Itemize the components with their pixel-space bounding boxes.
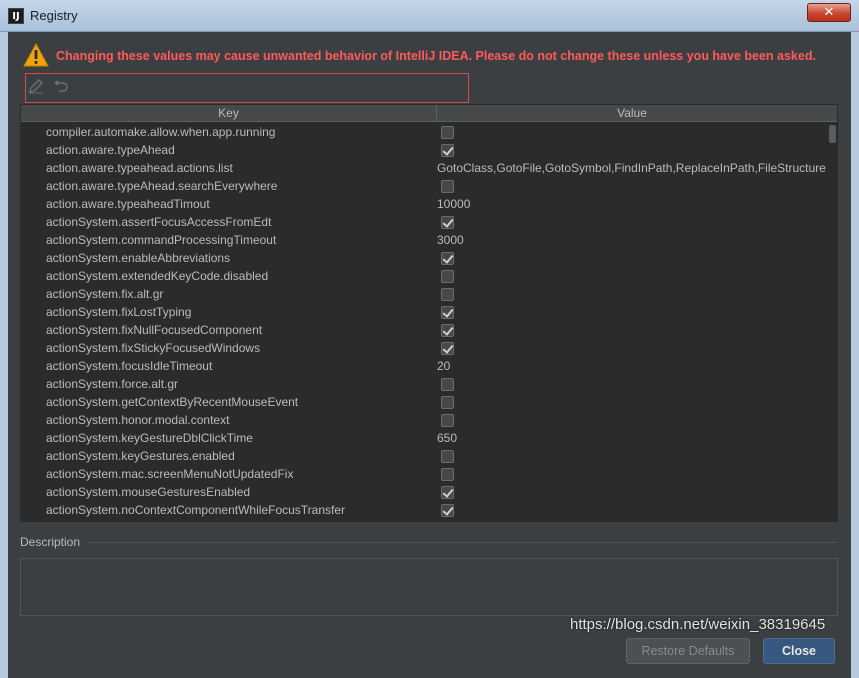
- table-row[interactable]: actionSystem.keyGestureDblClickTime 650: [21, 429, 827, 447]
- registry-key: actionSystem.fixStickyFocusedWindows: [46, 341, 261, 355]
- registry-value[interactable]: 650: [437, 429, 827, 447]
- registry-value-checkbox[interactable]: [441, 126, 454, 139]
- table-row[interactable]: actionSystem.fixStickyFocusedWindows: [21, 339, 827, 357]
- registry-value-checkbox[interactable]: [441, 396, 454, 409]
- table-row[interactable]: actionSystem.mac.screenMenuNotUpdatedFix: [21, 465, 827, 483]
- table-row[interactable]: actionSystem.fix.alt.gr: [21, 285, 827, 303]
- registry-table: Key Value compiler.automake.allow.when.a…: [20, 104, 838, 522]
- warning-message: Changing these values may cause unwanted…: [56, 49, 816, 63]
- registry-value-checkbox[interactable]: [441, 324, 454, 337]
- registry-value-checkbox[interactable]: [441, 414, 454, 427]
- table-row[interactable]: actionSystem.focusIdleTimeout 20: [21, 357, 827, 375]
- registry-key: action.aware.typeAhead.searchEverywhere: [46, 179, 278, 193]
- table-row[interactable]: action.aware.typeAhead: [21, 141, 827, 159]
- registry-key: actionSystem.mouseGesturesEnabled: [46, 485, 251, 499]
- registry-key: actionSystem.focusIdleTimeout: [46, 359, 213, 373]
- table-row[interactable]: actionSystem.getContextByRecentMouseEven…: [21, 393, 827, 411]
- table-row[interactable]: action.aware.typeahead.actions.list GotoC…: [21, 159, 827, 177]
- registry-key: actionSystem.commandProcessingTimeout: [46, 233, 277, 247]
- table-row[interactable]: actionSystem.extendedKeyCode.disabled: [21, 267, 827, 285]
- table-row[interactable]: action.aware.typeAhead.searchEverywhere: [21, 177, 827, 195]
- table-row[interactable]: actionSystem.keyGestures.enabled: [21, 447, 827, 465]
- table-scrollbar-thumb[interactable]: [829, 125, 836, 143]
- registry-value-checkbox[interactable]: [441, 342, 454, 355]
- table-row[interactable]: actionSystem.mouseGesturesEnabled: [21, 483, 827, 501]
- window-frame-right: [851, 32, 859, 678]
- watermark-text: https://blog.csdn.net/weixin_38319645: [570, 616, 826, 633]
- table-row[interactable]: action.aware.typeaheadTimout 10000: [21, 195, 827, 213]
- registry-value-checkbox[interactable]: [441, 486, 454, 499]
- window-frame-left: [0, 32, 8, 678]
- table-header: Key Value: [21, 105, 837, 122]
- registry-value-checkbox[interactable]: [441, 144, 454, 157]
- registry-key: actionSystem.assertFocusAccessFromEdt: [46, 215, 272, 229]
- registry-key: actionSystem.keyGestures.enabled: [46, 449, 235, 463]
- registry-key: actionSystem.fix.alt.gr: [46, 287, 164, 301]
- window-close-button[interactable]: ✕: [807, 3, 851, 22]
- registry-key: action.aware.typeaheadTimout: [46, 197, 210, 211]
- pencil-icon[interactable]: [28, 78, 44, 94]
- registry-key: actionSystem.noContextComponentWhileFocu…: [46, 503, 346, 517]
- registry-value[interactable]: 20: [437, 357, 827, 375]
- registry-value[interactable]: 10000: [437, 195, 827, 213]
- description-separator: [88, 542, 837, 543]
- table-row[interactable]: actionSystem.assertFocusAccessFromEdt: [21, 213, 827, 231]
- column-header-value[interactable]: Value: [437, 105, 827, 122]
- table-row[interactable]: actionSystem.noContextComponentWhileFocu…: [21, 501, 827, 519]
- registry-key: actionSystem.fixNullFocusedComponent: [46, 323, 263, 337]
- registry-key: actionSystem.keyGestureDblClickTime: [46, 431, 253, 445]
- registry-value[interactable]: 3000: [437, 231, 827, 249]
- window-titlebar: IJ Registry ✕: [0, 0, 859, 32]
- table-body: compiler.automake.allow.when.app.running…: [21, 123, 827, 519]
- description-label: Description: [20, 535, 81, 549]
- table-row[interactable]: actionSystem.fixNullFocusedComponent: [21, 321, 827, 339]
- window-title: Registry: [30, 8, 78, 23]
- highlight-annotation-box: [25, 73, 469, 103]
- registry-key: action.aware.typeAhead: [46, 143, 175, 157]
- description-area: [20, 558, 838, 616]
- dialog-body: Changing these values may cause unwanted…: [8, 32, 851, 678]
- registry-value-checkbox[interactable]: [441, 288, 454, 301]
- registry-value-checkbox[interactable]: [441, 468, 454, 481]
- registry-key: action.aware.typeahead.actions.list: [46, 161, 233, 175]
- registry-value[interactable]: GotoClass,GotoFile,GotoSymbol,FindInPath…: [437, 159, 827, 177]
- registry-key: actionSystem.honor.modal.context: [46, 413, 230, 427]
- restore-defaults-button[interactable]: Restore Defaults: [626, 638, 750, 664]
- registry-value-checkbox[interactable]: [441, 252, 454, 265]
- registry-key: actionSystem.fixLostTyping: [46, 305, 192, 319]
- registry-value-checkbox[interactable]: [441, 450, 454, 463]
- registry-key: actionSystem.force.alt.gr: [46, 377, 179, 391]
- registry-value-checkbox[interactable]: [441, 216, 454, 229]
- registry-key: actionSystem.extendedKeyCode.disabled: [46, 269, 269, 283]
- registry-value-checkbox[interactable]: [441, 180, 454, 193]
- table-row[interactable]: actionSystem.commandProcessingTimeout 300…: [21, 231, 827, 249]
- undo-icon[interactable]: [53, 78, 69, 94]
- registry-value-checkbox[interactable]: [441, 378, 454, 391]
- registry-key: actionSystem.getContextByRecentMouseEven…: [46, 395, 299, 409]
- table-row[interactable]: actionSystem.enableAbbreviations: [21, 249, 827, 267]
- table-row[interactable]: actionSystem.honor.modal.context: [21, 411, 827, 429]
- registry-key: actionSystem.enableAbbreviations: [46, 251, 231, 265]
- table-row[interactable]: compiler.automake.allow.when.app.running: [21, 123, 827, 141]
- registry-value-checkbox[interactable]: [441, 306, 454, 319]
- table-row[interactable]: actionSystem.force.alt.gr: [21, 375, 827, 393]
- intellij-app-icon: IJ: [8, 8, 24, 24]
- registry-key: compiler.automake.allow.when.app.running: [46, 125, 276, 139]
- registry-key: actionSystem.mac.screenMenuNotUpdatedFix: [46, 467, 294, 481]
- column-header-key[interactable]: Key: [21, 105, 437, 122]
- registry-value-checkbox[interactable]: [441, 270, 454, 283]
- warning-icon: [23, 43, 49, 67]
- registry-value-checkbox[interactable]: [441, 504, 454, 517]
- table-row[interactable]: actionSystem.fixLostTyping: [21, 303, 827, 321]
- table-scrollbar[interactable]: [827, 123, 836, 521]
- close-button[interactable]: Close: [763, 638, 835, 664]
